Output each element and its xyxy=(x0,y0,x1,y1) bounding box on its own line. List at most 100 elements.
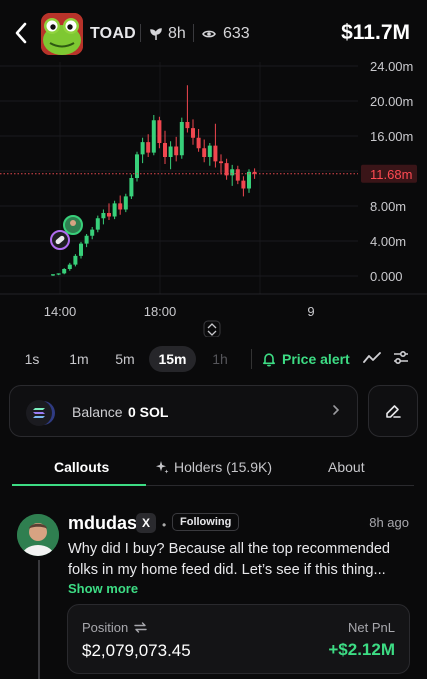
candle-body xyxy=(213,145,218,162)
candle-body xyxy=(191,128,195,138)
separator-dot: • xyxy=(162,518,167,532)
candle-body xyxy=(230,169,235,176)
candle-body xyxy=(157,120,162,143)
candle-body xyxy=(235,169,240,181)
timeframe-1m[interactable]: 1m xyxy=(62,346,96,372)
y-tick-label: 20.00m xyxy=(370,94,413,109)
candle-body xyxy=(207,145,212,157)
candle-body xyxy=(56,273,61,275)
price-alert-button[interactable]: Price alert xyxy=(262,351,350,367)
x-tick-label: 14:00 xyxy=(44,304,77,319)
pencil-icon xyxy=(386,405,401,418)
tab-holders-label: Holders (15.9K) xyxy=(174,459,273,475)
timeframe-5m[interactable]: 5m xyxy=(108,346,142,372)
sprout-icon xyxy=(150,27,162,40)
y-tick-label: 24.00m xyxy=(370,62,413,74)
position-label-wrap: Position xyxy=(82,620,147,635)
candle-body xyxy=(196,137,201,149)
trend-line-icon xyxy=(363,352,381,363)
thread-line xyxy=(38,560,40,679)
following-badge[interactable]: Following xyxy=(172,513,240,531)
chart-settings-button[interactable] xyxy=(393,350,409,371)
market-cap: $11.7M xyxy=(341,21,410,44)
candle-body xyxy=(174,146,179,156)
line-chart-toggle[interactable] xyxy=(363,351,381,370)
active-tab-indicator xyxy=(12,484,146,486)
token-age-value: 8h xyxy=(168,25,186,42)
candle-body xyxy=(219,161,223,164)
chevron-left-icon xyxy=(15,22,27,44)
y-tick-label: 4.00m xyxy=(370,234,406,249)
token-age: 8h xyxy=(150,25,186,43)
candle-body xyxy=(163,143,167,157)
edit-button[interactable] xyxy=(368,385,418,437)
balance-label: Balance xyxy=(72,404,123,420)
position-label: Position xyxy=(82,620,129,635)
candle-body xyxy=(67,264,72,269)
token-avatar[interactable] xyxy=(41,13,83,55)
divider xyxy=(251,349,252,369)
tab-callouts-label: Callouts xyxy=(54,459,110,475)
buyer-avatar-face xyxy=(70,220,76,226)
y-tick-label: 0.000 xyxy=(370,269,403,284)
post-text-line: folks in my home feed did. Let’s see if … xyxy=(68,562,386,578)
timeframe-15m[interactable]: 15m xyxy=(149,346,196,372)
tab-about-label: About xyxy=(328,459,365,475)
post-username[interactable]: mdudas xyxy=(68,513,137,534)
divider xyxy=(193,24,194,42)
balance-card[interactable]: Balance 0 SOL xyxy=(9,385,358,437)
sparkle-icon xyxy=(156,461,169,474)
solana-icon xyxy=(26,400,52,426)
tab-holders[interactable]: Holders (15.9K) xyxy=(155,459,272,475)
eye-icon xyxy=(202,30,216,38)
candle-body xyxy=(62,269,67,274)
candle-body xyxy=(179,122,184,156)
timeframe-1h[interactable]: 1h xyxy=(205,346,235,372)
x-tick-label: 9 xyxy=(307,304,314,319)
avatar[interactable] xyxy=(17,514,59,556)
price-chart[interactable]: 24.00m20.00m16.00m12.00m8.00m4.00m0.0001… xyxy=(0,59,427,338)
x-tick-label: 18:00 xyxy=(144,304,177,319)
candle-body xyxy=(151,120,156,153)
chevron-right-icon xyxy=(333,405,340,415)
candle-body xyxy=(107,213,111,217)
y-tick-label: 16.00m xyxy=(370,129,413,144)
candle-body xyxy=(168,146,173,157)
tab-about[interactable]: About xyxy=(328,459,365,475)
callout-post[interactable]: mdudas X • Following 8h ago Why did I bu… xyxy=(0,510,427,679)
candle-body xyxy=(247,171,251,189)
token-name: TOAD xyxy=(90,25,136,42)
candle-body xyxy=(202,148,207,157)
tab-callouts[interactable]: Callouts xyxy=(54,459,109,475)
candle-body xyxy=(140,142,145,155)
candle-body xyxy=(118,203,123,210)
candle-body xyxy=(135,154,139,178)
candle-body xyxy=(79,243,83,256)
content-tabs: Callouts Holders (15.9K) About xyxy=(12,450,414,486)
frog-logo-icon xyxy=(41,13,83,55)
price-alert-label: Price alert xyxy=(282,351,350,367)
back-button[interactable] xyxy=(8,18,34,48)
y-tick-label: 8.00m xyxy=(370,199,406,214)
post-text-line: Why did I buy? Because all the top recom… xyxy=(68,541,391,557)
swap-arrows-icon[interactable] xyxy=(134,622,147,633)
candlestick-chart[interactable]: 24.00m20.00m16.00m12.00m8.00m4.00m0.0001… xyxy=(0,59,427,338)
candle-body xyxy=(185,122,190,129)
candle-body xyxy=(129,178,134,197)
candle-body xyxy=(95,218,100,230)
show-more-link[interactable]: Show more xyxy=(68,581,138,596)
candle-body xyxy=(123,196,128,210)
candle-body xyxy=(90,229,95,236)
token-views: 633 xyxy=(202,25,250,43)
timeframe-bar: 1s 1m 5m 15m 1h Price alert xyxy=(0,346,427,374)
x-logo-icon[interactable]: X xyxy=(136,513,156,533)
candle-body xyxy=(112,203,117,217)
candle-body xyxy=(73,255,78,265)
current-price-label: 11.68m xyxy=(370,167,412,182)
timeframe-1s[interactable]: 1s xyxy=(18,346,46,372)
balance-value: 0 SOL xyxy=(128,404,169,420)
net-pnl-value: +$2.12M xyxy=(328,640,395,659)
token-views-value: 633 xyxy=(223,25,250,42)
position-value: $2,079,073.45 xyxy=(82,641,191,660)
header-bar: TOAD 8h 633 $11.7M xyxy=(0,0,427,66)
